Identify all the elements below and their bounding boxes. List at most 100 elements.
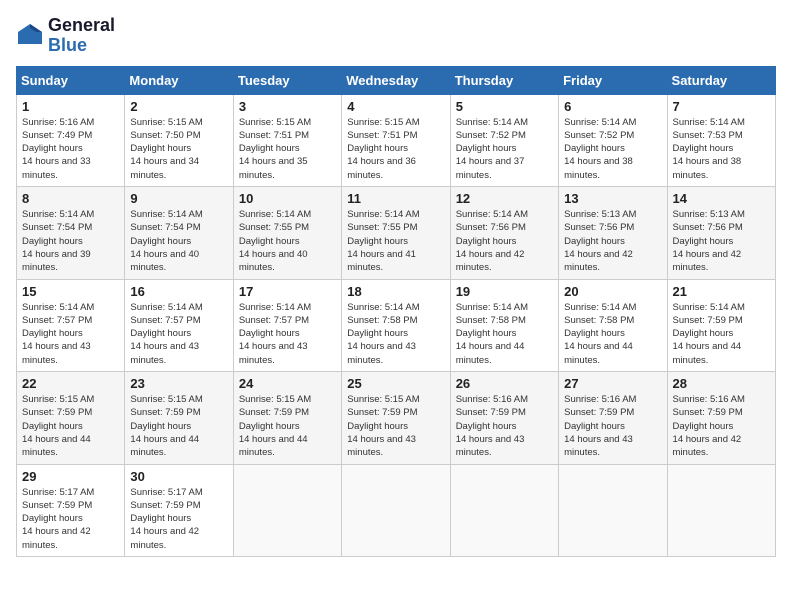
- calendar-cell: 29 Sunrise: 5:17 AMSunset: 7:59 PMDayligh…: [17, 464, 125, 556]
- calendar-cell: 7Sunrise: 5:14 AMSunset: 7:53 PMDaylight…: [667, 94, 775, 186]
- col-header-saturday: Saturday: [667, 66, 775, 94]
- calendar-cell: 25 Sunrise: 5:15 AMSunset: 7:59 PMDayligh…: [342, 372, 450, 464]
- logo-icon: [16, 22, 44, 50]
- calendar-cell: 8 Sunrise: 5:14 AMSunset: 7:54 PMDaylight…: [17, 187, 125, 279]
- day-info: Sunrise: 5:17 AMSunset: 7:59 PMDaylight …: [130, 486, 227, 552]
- calendar-cell: 6Sunrise: 5:14 AMSunset: 7:52 PMDaylight…: [559, 94, 667, 186]
- day-info: Sunrise: 5:14 AMSunset: 7:57 PMDaylight …: [22, 301, 119, 367]
- calendar-cell: 28 Sunrise: 5:16 AMSunset: 7:59 PMDayligh…: [667, 372, 775, 464]
- calendar-cell: [342, 464, 450, 556]
- calendar-week-5: 29 Sunrise: 5:17 AMSunset: 7:59 PMDayligh…: [17, 464, 776, 556]
- calendar-week-3: 15 Sunrise: 5:14 AMSunset: 7:57 PMDayligh…: [17, 279, 776, 371]
- calendar-cell: 27 Sunrise: 5:16 AMSunset: 7:59 PMDayligh…: [559, 372, 667, 464]
- day-number: 20: [564, 284, 661, 299]
- calendar-cell: 1 Sunrise: 5:16 AMSunset: 7:49 PMDaylight…: [17, 94, 125, 186]
- calendar-cell: 3 Sunrise: 5:15 AMSunset: 7:51 PMDaylight…: [233, 94, 341, 186]
- day-number: 6: [564, 99, 661, 114]
- day-info: Sunrise: 5:15 AMSunset: 7:59 PMDaylight …: [239, 393, 336, 459]
- day-number: 16: [130, 284, 227, 299]
- col-header-monday: Monday: [125, 66, 233, 94]
- calendar-cell: [559, 464, 667, 556]
- day-info: Sunrise: 5:16 AMSunset: 7:49 PMDaylight …: [22, 116, 119, 182]
- calendar-cell: 17 Sunrise: 5:14 AMSunset: 7:57 PMDayligh…: [233, 279, 341, 371]
- calendar-cell: 9Sunrise: 5:14 AMSunset: 7:54 PMDaylight…: [125, 187, 233, 279]
- calendar-table: SundayMondayTuesdayWednesdayThursdayFrid…: [16, 66, 776, 557]
- day-number: 12: [456, 191, 553, 206]
- day-info: Sunrise: 5:16 AMSunset: 7:59 PMDaylight …: [564, 393, 661, 459]
- calendar-cell: 20 Sunrise: 5:14 AMSunset: 7:58 PMDayligh…: [559, 279, 667, 371]
- day-info: Sunrise: 5:14 AMSunset: 7:56 PMDaylight …: [456, 208, 553, 274]
- day-info: Sunrise: 5:15 AMSunset: 7:51 PMDaylight …: [239, 116, 336, 182]
- day-number: 29: [22, 469, 119, 484]
- calendar-week-2: 8 Sunrise: 5:14 AMSunset: 7:54 PMDaylight…: [17, 187, 776, 279]
- logo-text: General Blue: [48, 16, 115, 56]
- day-number: 4: [347, 99, 444, 114]
- calendar-cell: 12 Sunrise: 5:14 AMSunset: 7:56 PMDayligh…: [450, 187, 558, 279]
- day-number: 1: [22, 99, 119, 114]
- calendar-cell: 22 Sunrise: 5:15 AMSunset: 7:59 PMDayligh…: [17, 372, 125, 464]
- day-number: 11: [347, 191, 444, 206]
- day-info: Sunrise: 5:14 AMSunset: 7:53 PMDaylight …: [673, 116, 770, 182]
- day-number: 27: [564, 376, 661, 391]
- day-number: 25: [347, 376, 444, 391]
- day-info: Sunrise: 5:15 AMSunset: 7:59 PMDaylight …: [22, 393, 119, 459]
- day-number: 24: [239, 376, 336, 391]
- day-number: 19: [456, 284, 553, 299]
- day-number: 22: [22, 376, 119, 391]
- day-info: Sunrise: 5:17 AMSunset: 7:59 PMDaylight …: [22, 486, 119, 552]
- day-info: Sunrise: 5:14 AMSunset: 7:55 PMDaylight …: [239, 208, 336, 274]
- day-number: 15: [22, 284, 119, 299]
- day-number: 17: [239, 284, 336, 299]
- col-header-friday: Friday: [559, 66, 667, 94]
- day-number: 30: [130, 469, 227, 484]
- day-info: Sunrise: 5:15 AMSunset: 7:59 PMDaylight …: [347, 393, 444, 459]
- day-info: Sunrise: 5:15 AMSunset: 7:50 PMDaylight …: [130, 116, 227, 182]
- calendar-week-4: 22 Sunrise: 5:15 AMSunset: 7:59 PMDayligh…: [17, 372, 776, 464]
- calendar-cell: 18Sunrise: 5:14 AMSunset: 7:58 PMDayligh…: [342, 279, 450, 371]
- calendar-week-1: 1 Sunrise: 5:16 AMSunset: 7:49 PMDaylight…: [17, 94, 776, 186]
- calendar-cell: [233, 464, 341, 556]
- day-number: 21: [673, 284, 770, 299]
- day-info: Sunrise: 5:16 AMSunset: 7:59 PMDaylight …: [456, 393, 553, 459]
- calendar-cell: 13 Sunrise: 5:13 AMSunset: 7:56 PMDayligh…: [559, 187, 667, 279]
- calendar-cell: 4Sunrise: 5:15 AMSunset: 7:51 PMDaylight…: [342, 94, 450, 186]
- day-info: Sunrise: 5:14 AMSunset: 7:59 PMDaylight …: [673, 301, 770, 367]
- day-number: 23: [130, 376, 227, 391]
- page-header: General Blue: [16, 16, 776, 56]
- calendar-cell: 15 Sunrise: 5:14 AMSunset: 7:57 PMDayligh…: [17, 279, 125, 371]
- day-info: Sunrise: 5:14 AMSunset: 7:58 PMDaylight …: [456, 301, 553, 367]
- calendar-cell: 19 Sunrise: 5:14 AMSunset: 7:58 PMDayligh…: [450, 279, 558, 371]
- calendar-cell: 21 Sunrise: 5:14 AMSunset: 7:59 PMDayligh…: [667, 279, 775, 371]
- day-info: Sunrise: 5:13 AMSunset: 7:56 PMDaylight …: [564, 208, 661, 274]
- day-info: Sunrise: 5:15 AMSunset: 7:59 PMDaylight …: [130, 393, 227, 459]
- calendar-cell: 16 Sunrise: 5:14 AMSunset: 7:57 PMDayligh…: [125, 279, 233, 371]
- calendar-cell: 2 Sunrise: 5:15 AMSunset: 7:50 PMDaylight…: [125, 94, 233, 186]
- calendar-cell: 30 Sunrise: 5:17 AMSunset: 7:59 PMDayligh…: [125, 464, 233, 556]
- day-info: Sunrise: 5:14 AMSunset: 7:52 PMDaylight …: [456, 116, 553, 182]
- day-info: Sunrise: 5:14 AMSunset: 7:54 PMDaylight …: [22, 208, 119, 274]
- day-number: 28: [673, 376, 770, 391]
- col-header-thursday: Thursday: [450, 66, 558, 94]
- col-header-tuesday: Tuesday: [233, 66, 341, 94]
- calendar-cell: 24 Sunrise: 5:15 AMSunset: 7:59 PMDayligh…: [233, 372, 341, 464]
- day-info: Sunrise: 5:14 AMSunset: 7:57 PMDaylight …: [130, 301, 227, 367]
- day-info: Sunrise: 5:14 AMSunset: 7:58 PMDaylight …: [347, 301, 444, 367]
- day-number: 8: [22, 191, 119, 206]
- day-info: Sunrise: 5:14 AMSunset: 7:58 PMDaylight …: [564, 301, 661, 367]
- day-number: 3: [239, 99, 336, 114]
- col-header-wednesday: Wednesday: [342, 66, 450, 94]
- day-number: 13: [564, 191, 661, 206]
- day-number: 10: [239, 191, 336, 206]
- day-number: 2: [130, 99, 227, 114]
- calendar-cell: 23 Sunrise: 5:15 AMSunset: 7:59 PMDayligh…: [125, 372, 233, 464]
- day-info: Sunrise: 5:16 AMSunset: 7:59 PMDaylight …: [673, 393, 770, 459]
- day-info: Sunrise: 5:14 AMSunset: 7:57 PMDaylight …: [239, 301, 336, 367]
- day-number: 14: [673, 191, 770, 206]
- calendar-cell: 5Sunrise: 5:14 AMSunset: 7:52 PMDaylight…: [450, 94, 558, 186]
- calendar-cell: 10 Sunrise: 5:14 AMSunset: 7:55 PMDayligh…: [233, 187, 341, 279]
- day-info: Sunrise: 5:14 AMSunset: 7:54 PMDaylight …: [130, 208, 227, 274]
- logo: General Blue: [16, 16, 115, 56]
- calendar-header-row: SundayMondayTuesdayWednesdayThursdayFrid…: [17, 66, 776, 94]
- day-info: Sunrise: 5:14 AMSunset: 7:55 PMDaylight …: [347, 208, 444, 274]
- calendar-cell: 14Sunrise: 5:13 AMSunset: 7:56 PMDayligh…: [667, 187, 775, 279]
